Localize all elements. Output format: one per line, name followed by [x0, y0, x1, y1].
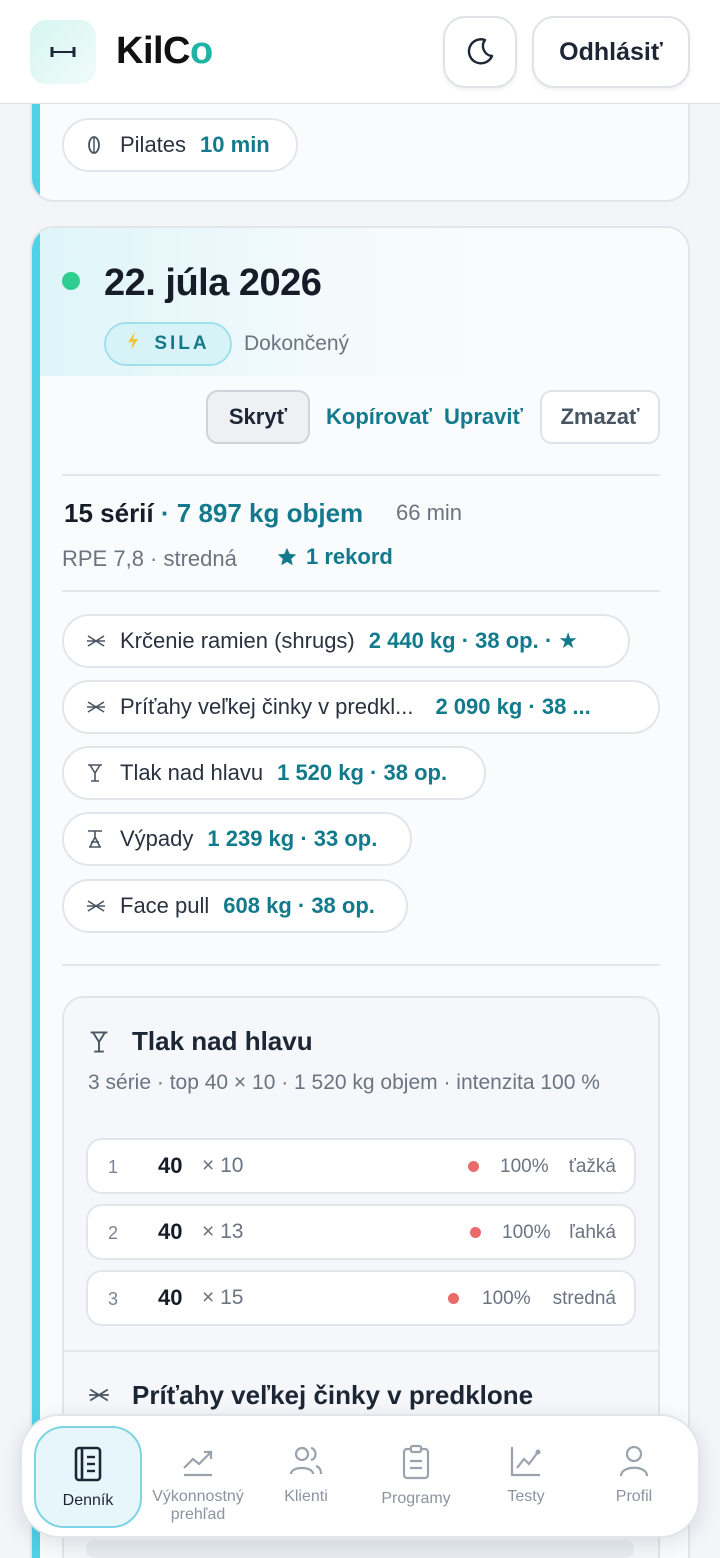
exercise-name: Krčenie ramien (shrugs) — [120, 628, 355, 653]
cable-icon — [88, 1386, 110, 1409]
journal-icon — [74, 1446, 102, 1482]
set-weight: 40 — [158, 1285, 183, 1310]
set-difficulty: ťažká — [568, 1156, 616, 1177]
goblet-icon — [86, 763, 120, 783]
pilates-icon — [86, 135, 120, 155]
set-weight: 40 — [158, 1153, 183, 1178]
exercise-pill[interactable]: Príťahy veľkej činky v predkl... 2 090 k… — [62, 680, 660, 734]
workout-type-badge: SILA — [104, 322, 232, 366]
hide-button[interactable]: Skryť — [206, 390, 310, 444]
sets-count: 15 sérií — [64, 498, 154, 528]
goblet-icon — [88, 1030, 110, 1059]
theme-toggle-button[interactable] — [443, 16, 517, 88]
intensity-dot — [468, 1161, 479, 1172]
exercise-name: Face pull — [120, 893, 210, 918]
workout-type-label: SILA — [154, 333, 210, 354]
exercise-stat: 1 520 kg · 38 op. — [277, 760, 448, 785]
set-difficulty: ľahká — [569, 1222, 616, 1243]
set-row[interactable]: 1 40 × 10 100% ťažká — [86, 1138, 636, 1194]
nav-item-dennik[interactable]: Denník — [34, 1426, 142, 1528]
exercise-stat: 2 090 kg · 38 ... — [435, 694, 591, 719]
workout-card: 22. júla 2026 SILA Dokončený Skryť Kopír… — [30, 226, 690, 1558]
intensity-dot — [470, 1227, 481, 1238]
app-brand[interactable]: KilCo — [116, 30, 213, 73]
exercise-stat: 10 min — [200, 132, 270, 157]
set-weight: 40 — [158, 1219, 183, 1244]
workout-date: 22. júla 2026 — [104, 262, 322, 304]
set-row[interactable]: 3 40 × 15 100% stredná — [86, 1270, 636, 1326]
set-difficulty: stredná — [552, 1288, 616, 1309]
completed-status-dot — [62, 272, 80, 290]
cable-icon — [86, 699, 120, 715]
users-icon — [289, 1446, 323, 1475]
bottom-navigation: Denník Výkonnostný prehľad Klienti Progr… — [20, 1414, 700, 1538]
workout-status: Dokončený — [244, 332, 350, 355]
set-intensity: 100% — [502, 1222, 551, 1243]
cable-icon — [86, 898, 120, 914]
exercise-detail-title: Príťahy veľkej činky v predklone — [132, 1380, 534, 1410]
exercise-pill[interactable]: Face pull 608 kg · 38 op. — [62, 879, 408, 933]
top-bar: KilCo Odhlásiť — [0, 0, 720, 104]
exercise-name: Pilates — [120, 132, 187, 157]
set-reps: × 10 — [202, 1154, 244, 1177]
copy-button[interactable]: Kopírovať — [326, 404, 432, 430]
divider — [64, 1350, 658, 1352]
exercise-pill[interactable]: Výpady 1 239 kg · 33 op. — [62, 812, 412, 866]
rpe-summary: RPE 7,8 · stredná — [62, 546, 237, 571]
divider — [62, 964, 660, 966]
exercise-pill[interactable]: Tlak nad hlavu 1 520 kg · 38 op. — [62, 746, 486, 800]
exercise-name: Tlak nad hlavu — [120, 760, 264, 785]
set-number: 3 — [108, 1289, 119, 1309]
exercise-name: Príťahy veľkej činky v predkl... — [120, 694, 414, 719]
clipboard-icon — [402, 1444, 430, 1480]
divider — [62, 590, 660, 592]
volume-total: · 7 897 kg objem — [160, 498, 364, 528]
dumbbell-icon[interactable] — [30, 20, 96, 84]
intensity-dot — [448, 1293, 459, 1304]
logout-button[interactable]: Odhlásiť — [532, 16, 690, 88]
workout-summary: 15 sérií · 7 897 kg objem — [64, 498, 363, 529]
cable-icon — [86, 633, 120, 649]
records-count: 1 rekord — [276, 544, 393, 570]
set-intensity: 100% — [500, 1156, 549, 1177]
nav-item-vykonnostny-prehlad[interactable]: Výkonnostný prehľad — [144, 1426, 252, 1528]
exercise-detail-subtitle: 3 série · top 40 × 10 · 1 520 kg objem ·… — [88, 1071, 600, 1094]
set-intensity: 100% — [482, 1288, 531, 1309]
exercise-detail-title: Tlak nad hlavu — [132, 1026, 313, 1056]
set-row[interactable]: 2 40 × 13 100% ľahká — [86, 1204, 636, 1260]
exercise-pill[interactable]: Krčenie ramien (shrugs) 2 440 kg · 38 op… — [62, 614, 630, 668]
edit-button[interactable]: Upraviť — [444, 404, 523, 430]
nav-item-profil[interactable]: Profil — [580, 1426, 688, 1528]
trend-icon — [183, 1450, 213, 1477]
nav-item-klienti[interactable]: Klienti — [252, 1426, 360, 1528]
workout-duration: 66 min — [396, 500, 463, 525]
moon-icon — [467, 38, 494, 65]
set-reps: × 15 — [202, 1286, 244, 1309]
delete-button[interactable]: Zmazať — [540, 390, 660, 444]
scroll-content-edge — [86, 1540, 634, 1558]
card-accent-stripe — [32, 228, 40, 1558]
nav-item-testy[interactable]: Testy — [472, 1426, 580, 1528]
set-number: 2 — [108, 1223, 119, 1243]
exercise-stat: 2 440 kg · 38 op. · ★ — [368, 628, 578, 653]
star-icon — [277, 547, 297, 566]
lightning-icon — [126, 331, 140, 357]
divider — [62, 474, 660, 476]
set-number: 1 — [108, 1157, 119, 1177]
exercise-name: Výpady — [120, 826, 194, 851]
exercise-stat: 608 kg · 38 op. — [223, 893, 375, 918]
exercise-pill[interactable]: Pilates 10 min — [62, 118, 298, 172]
chart-icon — [510, 1447, 541, 1477]
set-reps: × 13 — [202, 1220, 244, 1243]
person-icon — [619, 1445, 649, 1477]
exercise-stat: 1 239 kg · 33 op. — [207, 826, 378, 851]
lunge-icon — [86, 829, 120, 849]
nav-item-programy[interactable]: Programy — [362, 1426, 470, 1528]
